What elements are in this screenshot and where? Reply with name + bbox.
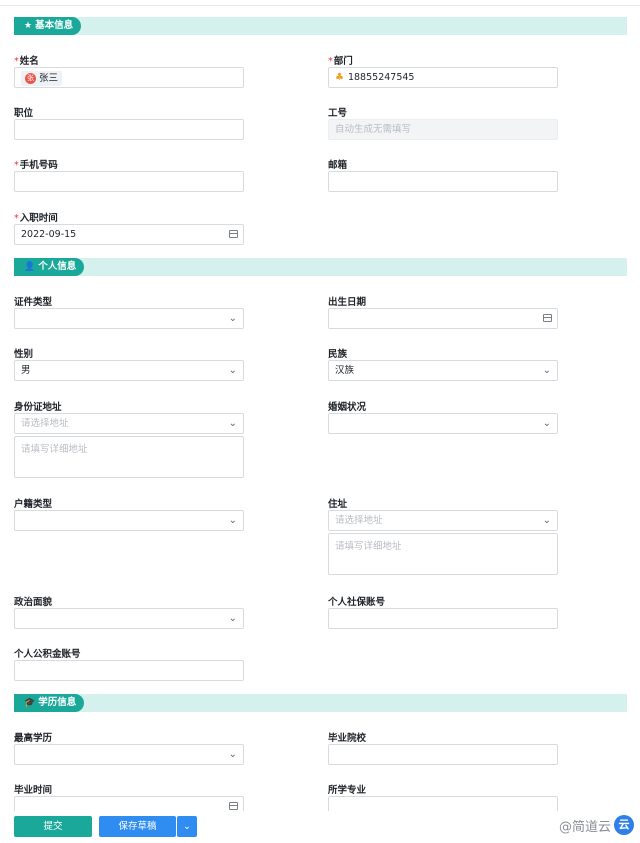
department-picker[interactable]: ♣ 18855247545 — [328, 67, 558, 88]
top-divider — [0, 5, 640, 6]
field-department-label: *部门 — [328, 53, 353, 67]
field-gender-label: 性别 — [14, 349, 34, 360]
required-mark: * — [14, 160, 19, 171]
field-phone-label: *手机号码 — [14, 157, 58, 171]
field-id-address-label: 身份证地址 — [14, 402, 62, 413]
residence-region-select[interactable]: 请选择地址 ⌄ — [328, 510, 558, 531]
select-value: 男 — [21, 365, 31, 376]
chevron-down-icon: ⌄ — [542, 418, 551, 429]
section-personal-info-title: 👤 个人信息 — [14, 258, 85, 276]
section-personal-info: 👤 个人信息 — [14, 258, 627, 276]
section-title-text: 个人信息 — [38, 261, 77, 272]
field-residence-label: 住址 — [328, 499, 348, 510]
id-type-select[interactable]: ⌄ — [14, 308, 244, 329]
ethnicity-select[interactable]: 汉族 ⌄ — [328, 360, 558, 381]
field-hire-date-label: *入职时间 — [14, 210, 58, 224]
section-title-text: 学历信息 — [38, 697, 77, 708]
section-basic-info-title: ★ 基本信息 — [14, 17, 82, 35]
chevron-down-icon: ⌄ — [228, 313, 237, 324]
chevron-down-icon: ⌄ — [228, 418, 237, 429]
org-chart-icon: ♣ — [335, 72, 344, 83]
position-input[interactable] — [14, 119, 244, 140]
name-member-picker[interactable]: 张 张三 — [14, 67, 244, 88]
id-address-region-select[interactable]: 请选择地址 ⌄ — [14, 413, 244, 434]
field-grad-time-label: 毕业时间 — [14, 785, 53, 796]
required-mark: * — [14, 56, 19, 67]
bottom-action-bar: 提交 保存草稿 ⌄ @简道云 云 — [0, 811, 640, 843]
section-education-info: 🎓 学历信息 — [14, 694, 627, 712]
field-political-label: 政治面貌 — [14, 597, 53, 608]
field-major-label: 所学专业 — [328, 785, 367, 796]
member-chip-name: 张三 — [39, 73, 59, 84]
field-name-label: *姓名 — [14, 53, 39, 67]
residence-detail-textarea[interactable]: 请填写详细地址 — [328, 533, 558, 575]
field-social-security-label: 个人社保账号 — [328, 597, 386, 608]
select-value: 汉族 — [335, 365, 355, 376]
marital-select[interactable]: ⌄ — [328, 413, 558, 434]
chevron-down-icon: ⌄ — [228, 365, 237, 376]
graduation-cap-icon: 🎓 — [24, 698, 36, 708]
member-chip[interactable]: 张 张三 — [21, 71, 63, 86]
watermark-text: @简道云 — [558, 819, 611, 835]
person-icon: 👤 — [24, 262, 36, 272]
hire-date-picker[interactable]: 2022-09-15 — [14, 224, 244, 245]
field-employee-id-label: 工号 — [328, 108, 348, 119]
chevron-down-icon: ⌄ — [228, 749, 237, 760]
field-school-label: 毕业院校 — [328, 733, 367, 744]
submit-button[interactable]: 提交 — [14, 816, 92, 837]
education-level-select[interactable]: ⌄ — [14, 744, 244, 765]
email-input[interactable] — [328, 171, 558, 192]
field-education-level-label: 最高学历 — [14, 733, 53, 744]
avatar: 张 — [25, 73, 36, 84]
more-options-button[interactable]: ⌄ — [177, 816, 197, 837]
placeholder: 请选择地址 — [21, 418, 69, 429]
social-security-input[interactable] — [328, 608, 558, 629]
save-draft-button[interactable]: 保存草稿 — [99, 816, 176, 837]
field-birth-date-label: 出生日期 — [328, 297, 367, 308]
housing-fund-input[interactable] — [14, 660, 244, 681]
calendar-icon[interactable] — [229, 802, 238, 810]
field-ethnicity-label: 民族 — [328, 349, 348, 360]
chevron-down-icon: ⌄ — [542, 515, 551, 526]
department-value: 18855247545 — [347, 72, 415, 83]
label-text: 入职时间 — [19, 213, 58, 224]
household-type-select[interactable]: ⌄ — [14, 510, 244, 531]
id-address-detail-textarea[interactable]: 请填写详细地址 — [14, 436, 244, 478]
field-marital-label: 婚姻状况 — [328, 402, 367, 413]
hire-date-value: 2022-09-15 — [21, 229, 77, 240]
section-basic-info: ★ 基本信息 — [14, 17, 627, 35]
star-icon: ★ — [24, 21, 33, 31]
section-title-text: 基本信息 — [35, 20, 74, 31]
field-housing-fund-label: 个人公积金账号 — [14, 649, 81, 660]
brand-logo-icon: 云 — [614, 815, 634, 835]
label-text: 部门 — [333, 56, 353, 67]
required-mark: * — [14, 213, 19, 224]
chevron-down-icon: ⌄ — [228, 515, 237, 526]
field-id-type-label: 证件类型 — [14, 297, 53, 308]
chevron-down-icon: ⌄ — [542, 365, 551, 376]
label-text: 手机号码 — [19, 160, 58, 171]
chevron-down-icon: ⌄ — [228, 613, 237, 624]
gender-select[interactable]: 男 ⌄ — [14, 360, 244, 381]
section-education-info-title: 🎓 学历信息 — [14, 694, 85, 712]
field-position-label: 职位 — [14, 108, 34, 119]
field-household-type-label: 户籍类型 — [14, 499, 53, 510]
chevron-down-icon: ⌄ — [183, 821, 191, 832]
label-text: 姓名 — [19, 56, 39, 67]
calendar-icon[interactable] — [229, 230, 238, 238]
political-select[interactable]: ⌄ — [14, 608, 244, 629]
placeholder: 请选择地址 — [335, 515, 383, 526]
phone-input[interactable] — [14, 171, 244, 192]
employee-id-input: 自动生成无需填写 — [328, 119, 558, 140]
field-email-label: 邮箱 — [328, 160, 348, 171]
school-input[interactable] — [328, 744, 558, 765]
watermark: @简道云 云 — [559, 815, 634, 835]
calendar-icon[interactable] — [543, 314, 552, 322]
birth-date-picker[interactable] — [328, 308, 558, 329]
required-mark: * — [328, 56, 333, 67]
